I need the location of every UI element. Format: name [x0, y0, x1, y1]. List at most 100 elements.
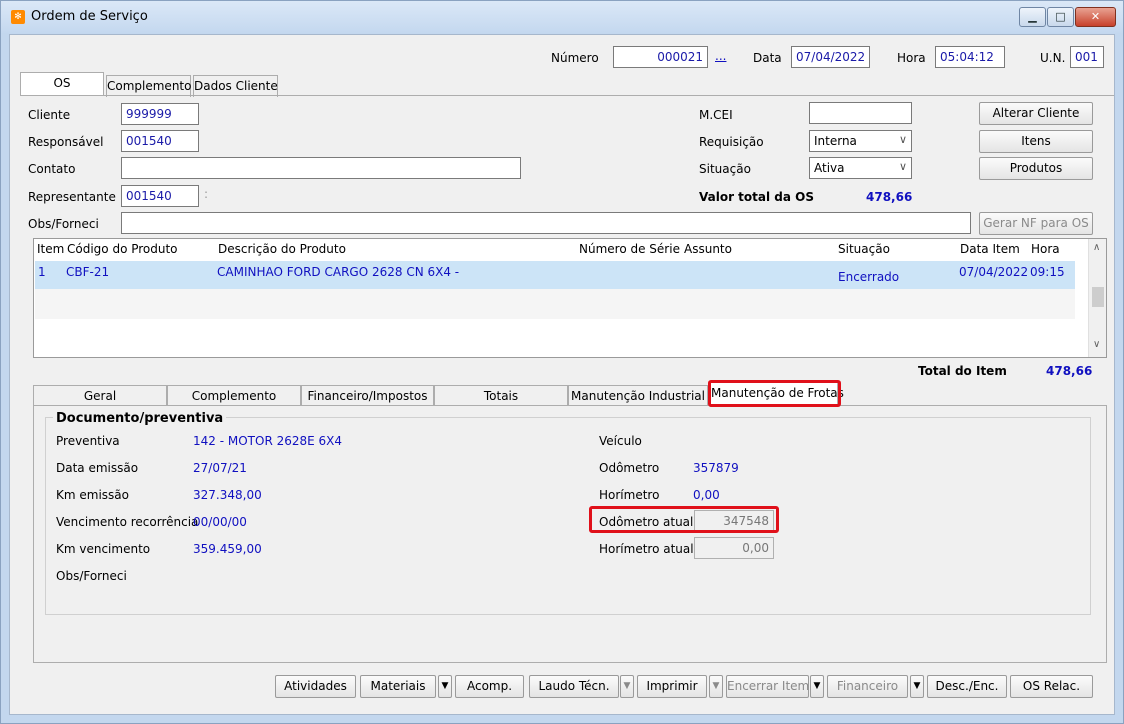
representante-field[interactable]: 001540 — [121, 185, 199, 207]
venc-recorrencia-label: Vencimento recorrência — [56, 515, 199, 529]
venc-recorrencia-value: 00/00/00 — [193, 515, 247, 529]
table-row[interactable]: 1 CBF-21 CAMINHAO FORD CARGO 2628 CN 6X4… — [35, 261, 1075, 289]
requisicao-select[interactable]: Interna ∨ — [809, 130, 912, 152]
grid-header-hora[interactable]: Hora — [1031, 242, 1060, 256]
app-icon: ✻ — [11, 10, 25, 24]
table-row-empty — [35, 289, 1075, 319]
grid-header-descricao[interactable]: Descrição do Produto — [218, 242, 346, 256]
scroll-thumb[interactable] — [1092, 287, 1104, 307]
requisicao-value: Interna — [814, 134, 857, 148]
grid-header-data[interactable]: Data Item — [960, 242, 1020, 256]
materiais-button[interactable]: Materiais — [360, 675, 436, 698]
scroll-up-icon[interactable]: ∧ — [1093, 242, 1100, 253]
highlight-odometro-atual — [589, 506, 779, 533]
itens-button[interactable]: Itens — [979, 130, 1093, 153]
odometro-value: 357879 — [693, 461, 739, 475]
un-field[interactable]: 001 — [1070, 46, 1104, 68]
alterar-cliente-button[interactable]: Alterar Cliente — [979, 102, 1093, 125]
km-vencimento-value: 359.459,00 — [193, 542, 262, 556]
cell-hora: 09:15 — [1030, 265, 1065, 279]
tab-financeiro-impostos[interactable]: Financeiro/Impostos — [301, 385, 434, 407]
imprimir-dropdown-icon[interactable]: ▼ — [709, 675, 723, 698]
preventiva-label: Preventiva — [56, 434, 120, 448]
desc-enc-button[interactable]: Desc./Enc. — [927, 675, 1007, 698]
acomp-button[interactable]: Acomp. — [455, 675, 524, 698]
tab-geral[interactable]: Geral — [33, 385, 167, 407]
cliente-label: Cliente — [28, 108, 71, 122]
km-vencimento-label: Km vencimento — [56, 542, 151, 556]
data-emissao-label: Data emissão — [56, 461, 139, 475]
cell-data: 07/04/2022 — [959, 265, 1029, 279]
minimize-button[interactable]: ▁ — [1019, 7, 1046, 27]
horimetro-atual-label: Horímetro atual — [599, 542, 694, 556]
financeiro-button[interactable]: Financeiro — [827, 675, 908, 698]
maximize-button[interactable]: □ — [1047, 7, 1074, 27]
horimetro-atual-field[interactable]: 0,00 — [694, 537, 774, 559]
odometro-label: Odômetro — [599, 461, 660, 475]
tab-manutencao-industrial[interactable]: Manutenção Industrial — [568, 385, 708, 407]
laudo-button[interactable]: Laudo Técn. — [529, 675, 619, 698]
close-button[interactable]: ✕ — [1075, 7, 1116, 27]
mcei-field[interactable] — [809, 102, 912, 124]
representante-separator: : — [204, 187, 209, 201]
obs-field[interactable] — [121, 212, 971, 234]
horimetro-value: 0,00 — [693, 488, 720, 502]
cliente-field[interactable]: 999999 — [121, 103, 199, 125]
tab-divider — [20, 95, 1114, 96]
total-item-label: Total do Item — [918, 364, 1007, 378]
encerrar-item-button[interactable]: Encerrar Item — [726, 675, 809, 698]
responsavel-field[interactable]: 001540 — [121, 130, 199, 152]
produtos-button[interactable]: Produtos — [979, 157, 1093, 180]
requisicao-label: Requisição — [699, 135, 764, 149]
cell-situacao: Encerrado — [838, 270, 900, 284]
horimetro-label: Horímetro — [599, 488, 660, 502]
mcei-label: M.CEI — [699, 108, 733, 122]
grid-header-item[interactable]: Item — [37, 242, 64, 256]
grid-header-serie[interactable]: Número de Série — [579, 242, 680, 256]
gerar-nf-button[interactable]: Gerar NF para OS — [979, 212, 1093, 235]
tab-dados-cliente[interactable]: Dados Cliente — [193, 75, 278, 97]
numero-lookup-button[interactable]: ... — [715, 49, 726, 63]
title-bar[interactable]: ✻ Ordem de Serviço ▁ □ ✕ — [1, 1, 1123, 33]
atividades-button[interactable]: Atividades — [275, 675, 356, 698]
data-field[interactable]: 07/04/2022 — [791, 46, 870, 68]
data-label: Data — [753, 51, 782, 65]
veiculo-label: Veículo — [599, 434, 642, 448]
chevron-down-icon: ∨ — [898, 133, 907, 146]
data-emissao-value: 27/07/21 — [193, 461, 247, 475]
window: ✻ Ordem de Serviço ▁ □ ✕ Número 000021 .… — [0, 0, 1124, 724]
tab-os[interactable]: OS — [20, 72, 104, 96]
chevron-down-icon: ∨ — [898, 160, 907, 173]
encerrar-dropdown-icon[interactable]: ▼ — [810, 675, 824, 698]
representante-label: Representante — [28, 190, 116, 204]
obs-label: Obs/Forneci — [28, 217, 99, 231]
scroll-down-icon[interactable]: ∨ — [1093, 339, 1100, 350]
financeiro-dropdown-icon[interactable]: ▼ — [910, 675, 924, 698]
laudo-dropdown-icon[interactable]: ▼ — [620, 675, 634, 698]
grid-header-situacao[interactable]: Situação — [838, 242, 890, 256]
numero-field[interactable]: 000021 — [613, 46, 708, 68]
preventiva-value: 142 - MOTOR 2628E 6X4 — [193, 434, 343, 448]
hora-field[interactable]: 05:04:12 — [935, 46, 1005, 68]
responsavel-label: Responsável — [28, 135, 104, 149]
tab-complemento[interactable]: Complemento — [106, 75, 191, 97]
tab-totais[interactable]: Totais — [434, 385, 568, 407]
client-area: Número 000021 ... Data 07/04/2022 Hora 0… — [9, 34, 1115, 715]
table-row-empty — [35, 319, 1075, 349]
hora-label: Hora — [897, 51, 926, 65]
grid-header-codigo[interactable]: Código do Produto — [67, 242, 178, 256]
grid-header-assunto[interactable]: Assunto — [684, 242, 732, 256]
total-item-value: 478,66 — [1046, 364, 1093, 378]
grid-scrollbar[interactable]: ∧ ∨ — [1088, 239, 1106, 357]
un-label: U.N. — [1040, 51, 1066, 65]
materiais-dropdown-icon[interactable]: ▼ — [438, 675, 452, 698]
valor-total-value: 478,66 — [866, 190, 913, 204]
items-grid[interactable]: Item Código do Produto Descrição do Prod… — [33, 238, 1107, 358]
contato-field[interactable] — [121, 157, 521, 179]
obs-forneci-label: Obs/Forneci — [56, 569, 127, 583]
tab-complemento-item[interactable]: Complemento — [167, 385, 301, 407]
imprimir-button[interactable]: Imprimir — [637, 675, 707, 698]
numero-label: Número — [551, 51, 599, 65]
situacao-select[interactable]: Ativa ∨ — [809, 157, 912, 179]
os-relac-button[interactable]: OS Relac. — [1010, 675, 1093, 698]
